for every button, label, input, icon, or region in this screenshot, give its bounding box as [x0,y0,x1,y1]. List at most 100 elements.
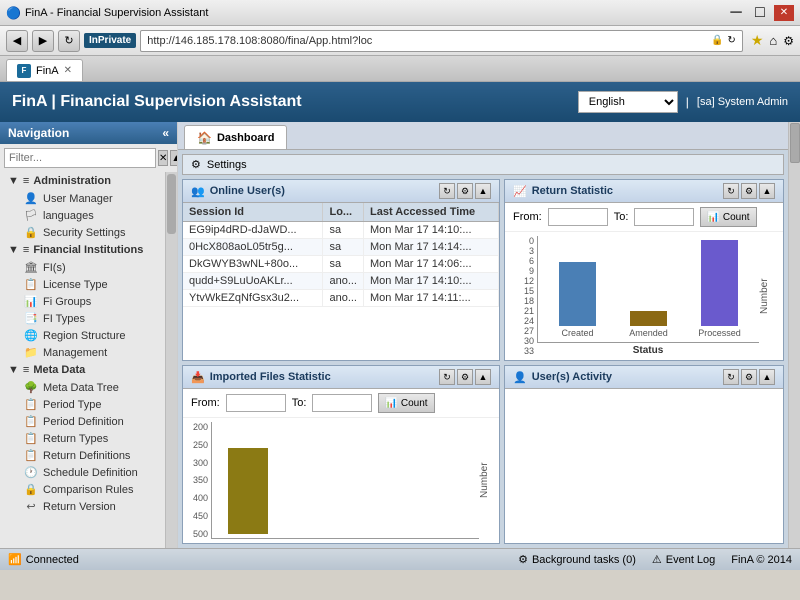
minimize-button[interactable]: ─ [726,5,746,21]
tools-icon[interactable]: ⚙ [783,34,794,48]
scrollbar-thumb[interactable] [790,123,800,163]
settings-icon: ⚙ [191,158,201,171]
online-users-table: Session Id Lo... Last Accessed Time EG9i… [183,203,499,307]
from-date-input[interactable] [548,208,608,226]
tab-close-icon[interactable]: ✕ [64,65,72,76]
to-label: To: [614,211,629,223]
lock-icon: 🔒 [24,226,38,239]
nav-section-financial: ▼ ≡ Financial Institutions 🏛 FI(s) 📋 Lic… [0,241,165,361]
sidebar-item-return-version[interactable]: ↩ Return Version [0,498,165,515]
return-stat-refresh[interactable]: ↻ [723,183,739,199]
sidebar-item-period-definition[interactable]: 📋 Period Definition [0,413,165,430]
return-stat-toolbar: From: To: 📊 Count [505,203,783,232]
to-date-input[interactable] [634,208,694,226]
sidebar-item-period-type[interactable]: 📋 Period Type [0,396,165,413]
sidebar-item-comparison-rules[interactable]: 🔒 Comparison Rules [0,481,165,498]
copyright-status: FinA © 2014 [731,554,792,566]
chart-icon: 📊 [24,295,38,308]
table-row: DkGWYB3wNL+80o...saMon Mar 17 14:06:... [183,256,499,273]
sidebar-item-schedule-definition[interactable]: 🕐 Schedule Definition [0,464,165,481]
sidebar-item-fi[interactable]: 🏛 FI(s) [0,259,165,276]
imported-settings[interactable]: ⚙ [457,369,473,385]
imported-count-label: Count [401,398,428,409]
imported-refresh[interactable]: ↻ [439,369,455,385]
login-cell: sa [323,256,364,273]
user-activity-header: 👤 User(s) Activity ↻ ⚙ ▲ [505,366,783,389]
sidebar-item-fi-groups[interactable]: 📊 Fi Groups [0,293,165,310]
filter-scroll-up[interactable]: ▲ [170,150,178,166]
gear-icon: ⚙ [518,553,528,566]
return-stat-settings[interactable]: ⚙ [741,183,757,199]
copyright-label: FinA © 2014 [731,554,792,566]
titlebar-left: 🔵 FinA - Financial Supervision Assistant [6,6,208,20]
sidebar-item-return-types[interactable]: 📋 Return Types [0,430,165,447]
imported-files-header: 📥 Imported Files Statistic ↻ ⚙ ▲ [183,366,499,389]
sidebar-item-languages[interactable]: 🏳 languages [0,207,165,224]
panel-refresh-button[interactable]: ↻ [439,183,455,199]
app-body: Navigation « ✕ ▲ ▼ ≡ Administration [0,122,800,548]
close-button[interactable]: ✕ [774,5,794,21]
sidebar-item-security-settings[interactable]: 🔒 Security Settings [0,224,165,241]
event-log-status[interactable]: ⚠ Event Log [652,553,715,566]
sidebar-item-region-structure[interactable]: 🌐 Region Structure [0,327,165,344]
sidebar-item-user-manager[interactable]: 👤 User Manager [0,190,165,207]
sidebar-content: ▼ ≡ Administration 👤 User Manager 🏳 lang… [0,172,165,548]
panel-settings-button[interactable]: ⚙ [457,183,473,199]
dashboard-tab[interactable]: 🏠 Dashboard [184,125,287,149]
background-tasks-status[interactable]: ⚙ Background tasks (0) [518,553,636,566]
sidebar-scrollbar[interactable] [165,172,177,548]
browser-tab[interactable]: F FinA ✕ [6,59,83,81]
sidebar-item-meta-data-tree[interactable]: 🌳 Meta Data Tree [0,379,165,396]
tree-icon: 🌳 [24,381,38,394]
sidebar-item-financial-institutions[interactable]: ▼ ≡ Financial Institutions [0,241,165,259]
back-button[interactable]: ◀ [6,30,28,52]
nav-item-label: Schedule Definition [43,467,138,479]
language-select[interactable]: English [578,91,678,113]
return-stat-collapse[interactable]: ▲ [759,183,775,199]
sidebar-collapse-icon[interactable]: « [162,126,169,140]
sidebar-item-fi-types[interactable]: 📑 FI Types [0,310,165,327]
imported-from-input[interactable] [226,394,286,412]
imported-count-button[interactable]: 📊 Count [378,393,434,413]
session-id-cell: qudd+S9LuUoAKLr... [183,273,323,290]
imported-collapse[interactable]: ▲ [475,369,491,385]
user-activity-panel: 👤 User(s) Activity ↻ ⚙ ▲ [504,365,784,544]
user-icon: 👤 [24,192,38,205]
sidebar-item-administration[interactable]: ▼ ≡ Administration [0,172,165,190]
maximize-button[interactable]: □ [750,5,770,21]
imported-to-input[interactable] [312,394,372,412]
time-cell: Mon Mar 17 14:10:... [364,273,499,290]
address-bar[interactable]: http://146.185.178.108:8080/fina/App.htm… [140,30,743,52]
sidebar-item-license-type[interactable]: 📋 License Type [0,276,165,293]
nav-item-label: Security Settings [43,227,126,239]
activity-refresh[interactable]: ↻ [723,369,739,385]
main-scrollbar[interactable] [788,122,800,548]
sidebar-item-return-definitions[interactable]: 📋 Return Definitions [0,447,165,464]
panel-collapse-button[interactable]: ▲ [475,183,491,199]
event-log-label: Event Log [666,554,716,566]
imported-files-title: 📥 Imported Files Statistic [191,371,331,384]
period-def-icon: 📋 [24,415,38,428]
panel-controls: ↻ ⚙ ▲ [439,183,491,199]
activity-collapse[interactable]: ▲ [759,369,775,385]
table-row: EG9ip4dRD-dJaWD...saMon Mar 17 14:10:... [183,222,499,239]
sidebar-item-meta-data[interactable]: ▼ ≡ Meta Data [0,361,165,379]
return-statistic-title: 📈 Return Statistic [513,185,613,198]
star-icon[interactable]: ★ [751,32,764,49]
login-cell: ano... [323,273,364,290]
x-axis-label-return: Status [537,343,759,356]
imported-bar [228,448,268,534]
refresh-button[interactable]: ↻ [58,30,80,52]
forward-button[interactable]: ▶ [32,30,54,52]
activity-settings[interactable]: ⚙ [741,369,757,385]
nav-item-label: FI(s) [43,262,66,274]
home-icon[interactable]: ⌂ [769,33,777,48]
filter-clear-button[interactable]: ✕ [158,150,168,166]
count-button[interactable]: 📊 Count [700,207,756,227]
sidebar-filter-input[interactable] [4,148,156,168]
arrow-down-icon: ▼ [8,364,19,376]
page-title-bar: FinA - Financial Supervision Assistant [25,7,208,19]
login-cell: sa [323,222,364,239]
schedule-icon: 🕐 [24,466,38,479]
sidebar-item-management[interactable]: 📁 Management [0,344,165,361]
